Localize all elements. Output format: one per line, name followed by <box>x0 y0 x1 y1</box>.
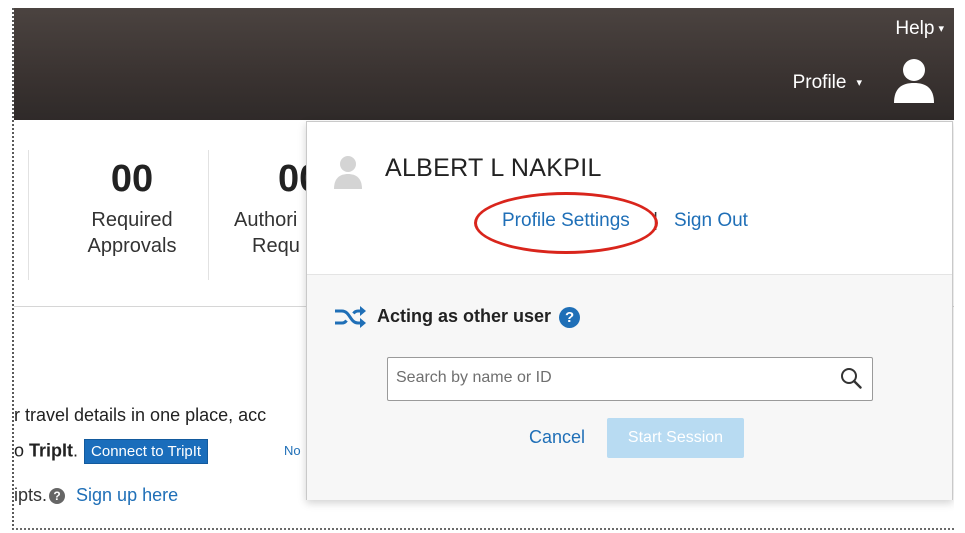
tripit-connect-row: o TripIt. Connect to TripIt <box>14 439 209 464</box>
stat-value: 00 <box>110 158 154 200</box>
help-circle-icon[interactable]: ? <box>559 306 581 328</box>
profile-dropdown-panel: ALBERT L NAKPIL Profile Settings | Sign O… <box>306 121 953 500</box>
user-avatar-icon <box>334 156 362 189</box>
profile-label: Profile <box>792 72 847 93</box>
profile-settings-link[interactable]: Profile Settings <box>474 192 658 254</box>
cancel-button[interactable]: Cancel <box>529 427 585 448</box>
tripit-name: TripIt <box>29 440 74 461</box>
tripit-suffix: . <box>73 440 79 461</box>
divider <box>28 150 29 280</box>
act-as-user-section: Acting as other user? Cancel Start Sessi… <box>307 274 952 500</box>
user-search-field[interactable] <box>387 357 873 401</box>
start-session-button[interactable]: Start Session <box>607 418 744 458</box>
help-menu[interactable]: Help ▾ <box>895 18 944 40</box>
search-input[interactable] <box>388 358 826 398</box>
search-icon[interactable] <box>840 367 862 389</box>
stat-label-line2: Approvals <box>87 235 177 257</box>
tripit-prefix: o <box>14 440 30 461</box>
highlight-circle-annotation <box>474 192 658 254</box>
help-label: Help <box>895 18 935 39</box>
acting-as-label: Acting as other user <box>377 305 552 326</box>
tripit-description: r travel details in one place, acc <box>14 405 267 425</box>
divider <box>208 150 209 280</box>
profile-links-row: Profile Settings | Sign Out <box>474 192 748 254</box>
user-avatar-icon[interactable] <box>892 56 936 104</box>
connect-to-tripit-button[interactable]: Connect to TripIt <box>84 439 209 464</box>
not-now-link[interactable]: No <box>284 443 301 458</box>
chevron-down-icon: ▾ <box>938 23 944 36</box>
receipts-row: ipts.? Sign up here <box>14 485 178 506</box>
required-approvals-stat[interactable]: 00 Required Approvals <box>52 158 212 259</box>
help-circle-icon[interactable]: ? <box>49 488 66 505</box>
sign-up-link[interactable]: Sign up here <box>76 485 178 505</box>
receipts-text: ipts. <box>14 485 48 505</box>
shuffle-icon <box>335 306 366 328</box>
acting-as-header: Acting as other user? <box>333 305 581 329</box>
user-name: ALBERT L NAKPIL <box>385 154 602 182</box>
sign-out-link[interactable]: Sign Out <box>674 210 748 231</box>
app-window: Help ▾ Profile ▾ 00 Required Approvals 00 … <box>12 8 954 530</box>
profile-menu-toggle[interactable]: Profile ▾ <box>793 72 862 94</box>
top-navigation-bar: Help ▾ Profile ▾ <box>14 8 954 120</box>
chevron-down-icon: ▾ <box>856 77 862 90</box>
stat-label-line1: Required <box>91 209 173 231</box>
